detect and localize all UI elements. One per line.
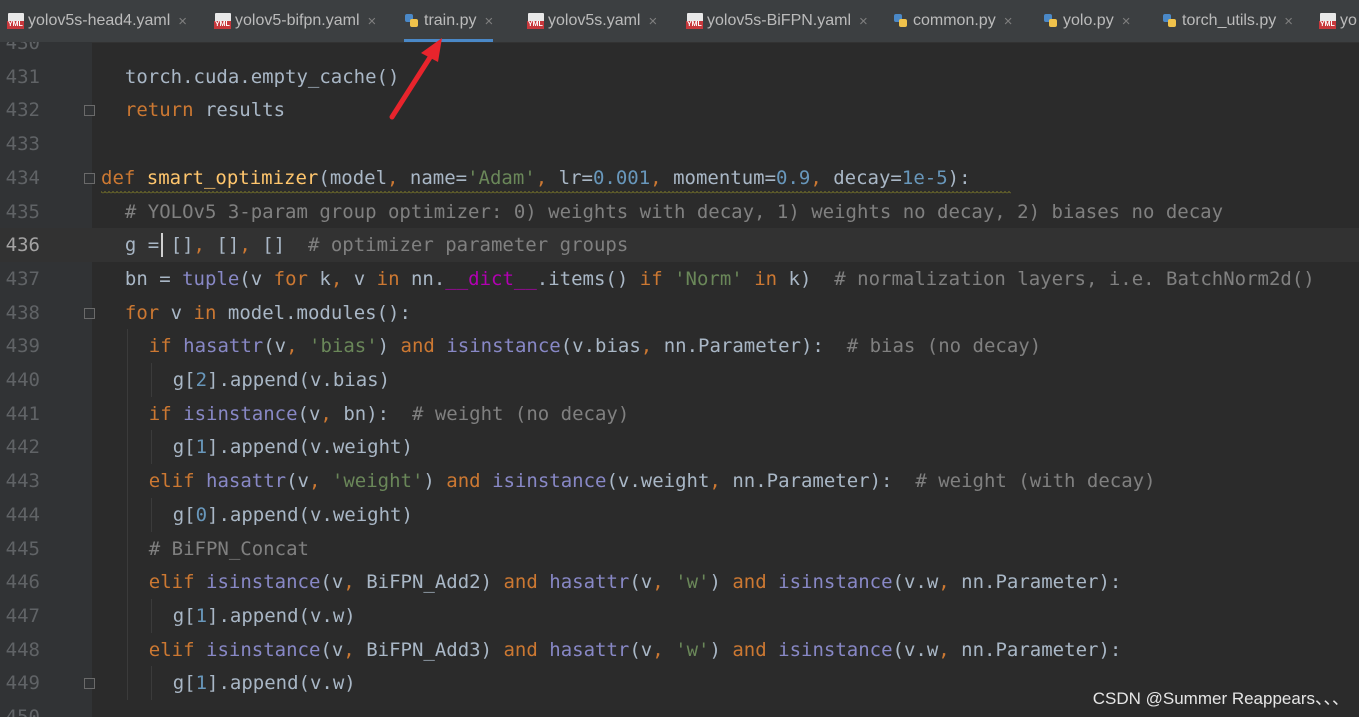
watermark: CSDN @Summer Reappears、、、 (1092, 689, 1349, 708)
red-arrow-annotation (389, 38, 442, 120)
arrow-shaft (389, 45, 439, 120)
arrow-head (421, 38, 442, 62)
